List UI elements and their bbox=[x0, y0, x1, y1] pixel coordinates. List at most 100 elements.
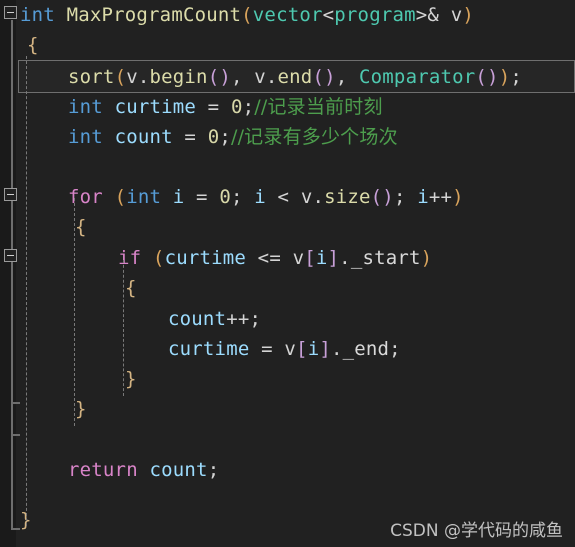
fold-toggle-for-loop[interactable] bbox=[4, 188, 17, 201]
code-token: ++ bbox=[226, 308, 250, 330]
code-line[interactable]: int curtime = 0;//记录当前时刻 bbox=[0, 92, 575, 122]
code-token: = bbox=[184, 186, 220, 208]
code-token: return bbox=[68, 459, 138, 481]
fold-toggle-function[interactable] bbox=[4, 6, 17, 19]
code-token: count bbox=[168, 308, 227, 330]
code-token: 0 bbox=[207, 126, 220, 148]
code-line[interactable]: for (int i = 0; i < v.size(); i++) bbox=[0, 182, 575, 212]
code-token: ) bbox=[498, 66, 511, 88]
code-token: curtime bbox=[114, 96, 197, 118]
code-token: 0 bbox=[219, 186, 231, 208]
code-line[interactable]: int count = 0;//记录有多少个场次 bbox=[0, 122, 575, 152]
code-line[interactable]: sort(v.begin(), v.end(), Comparator()); bbox=[0, 62, 575, 92]
code-token: ; bbox=[249, 308, 262, 330]
code-token: program bbox=[334, 4, 416, 26]
code-token: . bbox=[137, 66, 150, 88]
fold-region-foot bbox=[11, 434, 20, 436]
code-line[interactable]: int MaxProgramCount(vector<program>& v) bbox=[0, 0, 575, 30]
code-token: curtime bbox=[168, 338, 250, 360]
code-token: ] bbox=[327, 247, 340, 269]
code-token: v bbox=[284, 338, 297, 360]
code-token: , bbox=[230, 66, 255, 88]
code-token: ) bbox=[420, 247, 433, 269]
code-token: ) bbox=[462, 4, 474, 26]
code-token: . bbox=[330, 338, 343, 360]
code-token: [ bbox=[296, 338, 308, 360]
code-token: ( bbox=[241, 4, 253, 26]
code-token: () bbox=[475, 66, 499, 88]
code-token: } bbox=[75, 398, 87, 420]
fold-region-foot bbox=[11, 402, 20, 404]
code-token: () bbox=[370, 186, 394, 208]
code-line[interactable]: { bbox=[0, 273, 575, 303]
code-token: if bbox=[118, 247, 142, 269]
code-line[interactable] bbox=[0, 152, 575, 182]
code-token: size bbox=[324, 186, 371, 208]
code-token: ( bbox=[114, 186, 127, 208]
watermark-label: CSDN @学代码的咸鱼 bbox=[390, 521, 563, 541]
code-token: i bbox=[307, 338, 320, 360]
code-token: _end bbox=[342, 338, 390, 360]
code-line[interactable]: { bbox=[0, 212, 575, 242]
code-token: [ bbox=[304, 247, 316, 269]
code-token: () bbox=[207, 66, 231, 88]
code-line[interactable] bbox=[0, 424, 575, 454]
code-editor[interactable]: int MaxProgramCount(vector<program>& v){… bbox=[0, 0, 575, 547]
code-token: vector bbox=[252, 4, 323, 26]
code-token: , bbox=[335, 66, 360, 88]
code-token: } bbox=[125, 368, 137, 390]
code-token: ++ bbox=[428, 186, 453, 208]
code-token: int bbox=[68, 96, 103, 118]
code-token: v bbox=[126, 66, 138, 88]
code-token: ) bbox=[452, 186, 464, 208]
code-line[interactable]: return count; bbox=[0, 455, 575, 485]
code-token: < bbox=[265, 186, 301, 208]
code-token: int bbox=[126, 186, 162, 208]
code-line[interactable]: } bbox=[0, 394, 575, 424]
code-token: ( bbox=[114, 66, 127, 88]
code-token: ; bbox=[207, 459, 220, 481]
code-surface[interactable]: int MaxProgramCount(vector<program>& v){… bbox=[0, 0, 575, 547]
code-token: end bbox=[277, 66, 313, 88]
code-token: ; bbox=[393, 186, 418, 208]
code-line[interactable]: if (curtime <= v[i]._start) bbox=[0, 243, 575, 273]
code-token: { bbox=[75, 216, 87, 238]
code-token: //记录有多少个场次 bbox=[230, 126, 398, 148]
code-token: v bbox=[450, 4, 463, 26]
code-token: //记录当前时刻 bbox=[254, 96, 383, 118]
indent-guide bbox=[123, 260, 124, 396]
code-token: = bbox=[172, 126, 208, 148]
code-token: ; bbox=[230, 186, 255, 208]
code-token: = bbox=[196, 96, 231, 118]
code-token: ; bbox=[219, 126, 231, 148]
code-token: count bbox=[114, 126, 173, 148]
code-line[interactable]: curtime = v[i]._end; bbox=[0, 334, 575, 364]
code-token: count bbox=[149, 459, 208, 481]
code-token: i bbox=[254, 186, 266, 208]
fold-toggle-if-block[interactable] bbox=[4, 249, 17, 262]
code-token: v bbox=[300, 186, 313, 208]
code-line[interactable]: } bbox=[0, 364, 575, 394]
code-line[interactable]: { bbox=[0, 30, 575, 60]
code-token: MaxProgramCount bbox=[66, 4, 242, 26]
code-line[interactable]: count++; bbox=[0, 304, 575, 334]
code-token: ; bbox=[510, 66, 522, 88]
code-token: < bbox=[322, 4, 335, 26]
code-token: { bbox=[125, 277, 137, 299]
code-token: i bbox=[172, 186, 185, 208]
code-token: i bbox=[315, 247, 328, 269]
code-token: v bbox=[254, 66, 266, 88]
code-token: begin bbox=[149, 66, 208, 88]
code-token: <= bbox=[246, 247, 293, 269]
code-token: ( bbox=[152, 247, 165, 269]
code-token: . bbox=[265, 66, 278, 88]
code-token: Comparator bbox=[359, 66, 476, 88]
code-token: 0 bbox=[230, 96, 243, 118]
code-token: sort bbox=[68, 66, 115, 88]
code-token: ] bbox=[319, 338, 331, 360]
